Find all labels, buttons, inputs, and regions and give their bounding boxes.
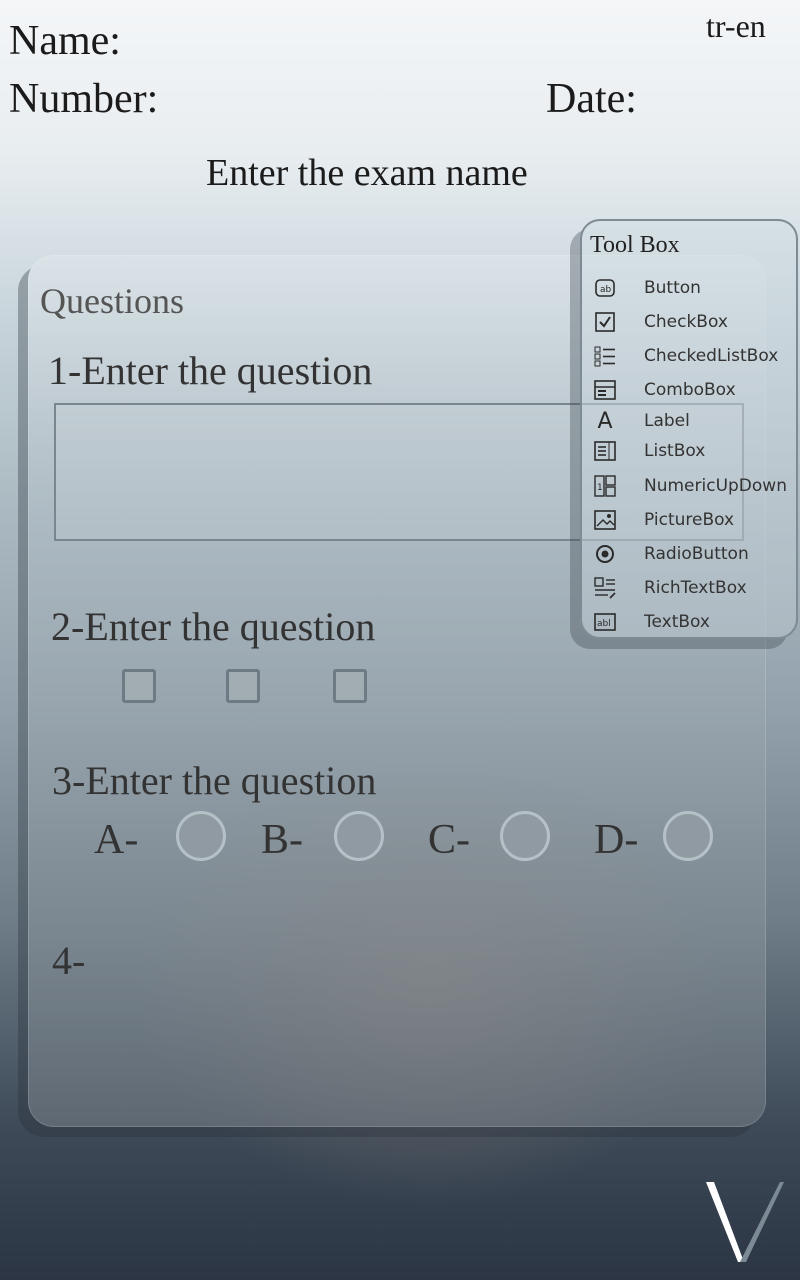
toolbox-item-label: ComboBox (644, 380, 736, 400)
toolbox-item-radiobutton[interactable]: RadioButton (582, 541, 796, 571)
toolbox-item-label: PictureBox (644, 510, 735, 530)
question-2-checkbox-1[interactable] (122, 669, 156, 703)
toolbox-item-label: TextBox (644, 612, 710, 632)
question-2-checkbox-2[interactable] (226, 669, 260, 703)
option-d-radio[interactable] (663, 811, 713, 861)
toolbox-item-numericupdown[interactable]: 1 NumericUpDown (582, 473, 796, 503)
label-icon: A (597, 408, 613, 434)
date-label: Date: (546, 76, 637, 122)
number-label: Number: (9, 76, 159, 122)
toolbox-title: Tool Box (590, 232, 680, 258)
svg-text:ab: ab (600, 285, 612, 295)
toolbox-item-label: Label (644, 411, 690, 431)
toolbox-item-label: ListBox (644, 441, 706, 461)
app-logo (706, 1182, 784, 1262)
questions-title: Questions (40, 281, 184, 321)
toolbox-item-textbox[interactable]: abl TextBox (582, 609, 796, 639)
richtextbox-icon (594, 577, 616, 599)
option-c-label: C- (428, 817, 470, 863)
option-c-radio[interactable] (500, 811, 550, 861)
checkedlistbox-icon (594, 345, 616, 367)
svg-text:abl: abl (597, 619, 611, 629)
toolbox-item-richtextbox[interactable]: RichTextBox (582, 575, 796, 605)
option-a-label: A- (94, 817, 139, 863)
numericupdown-icon: 1 (594, 475, 616, 497)
question-2-text[interactable]: 2-Enter the question (51, 607, 375, 647)
toolbox-item-label-control[interactable]: A Label (582, 408, 796, 438)
option-d-label: D- (594, 817, 639, 863)
question-1-text[interactable]: 1-Enter the question (48, 351, 372, 391)
combobox-icon (594, 379, 616, 401)
question-2-checkbox-3[interactable] (333, 669, 367, 703)
toolbox-panel[interactable]: Tool Box ab Button CheckBox CheckedListB… (580, 219, 798, 639)
toolbox-item-checkbox[interactable]: CheckBox (582, 309, 796, 339)
name-label: Name: (9, 18, 121, 64)
question-3-text[interactable]: 3-Enter the question (52, 761, 376, 801)
toolbox-item-label: RichTextBox (644, 578, 747, 598)
checkbox-icon (594, 311, 616, 333)
option-b-radio[interactable] (334, 811, 384, 861)
option-a-radio[interactable] (176, 811, 226, 861)
exam-title[interactable]: Enter the exam name (206, 154, 528, 192)
textbox-icon: abl (594, 611, 616, 633)
listbox-icon (594, 440, 616, 462)
question-4-text[interactable]: 4- (52, 941, 85, 981)
svg-text:1: 1 (597, 483, 603, 493)
toolbox-item-label: CheckBox (644, 312, 728, 332)
toolbox-item-picturebox[interactable]: PictureBox (582, 507, 796, 537)
toolbox-item-combobox[interactable]: ComboBox (582, 377, 796, 407)
toolbox-item-label: NumericUpDown (644, 476, 787, 496)
button-icon: ab (594, 277, 616, 299)
language-toggle[interactable]: tr-en (706, 10, 766, 42)
toolbox-item-label: Button (644, 278, 701, 298)
radiobutton-icon (594, 543, 616, 565)
option-b-label: B- (261, 817, 303, 863)
toolbox-item-label: CheckedListBox (644, 346, 779, 366)
picturebox-icon (594, 509, 616, 531)
toolbox-item-listbox[interactable]: ListBox (582, 438, 796, 468)
toolbox-item-checkedlistbox[interactable]: CheckedListBox (582, 343, 796, 373)
toolbox-item-label: RadioButton (644, 544, 749, 564)
toolbox-item-button[interactable]: ab Button (582, 275, 796, 305)
